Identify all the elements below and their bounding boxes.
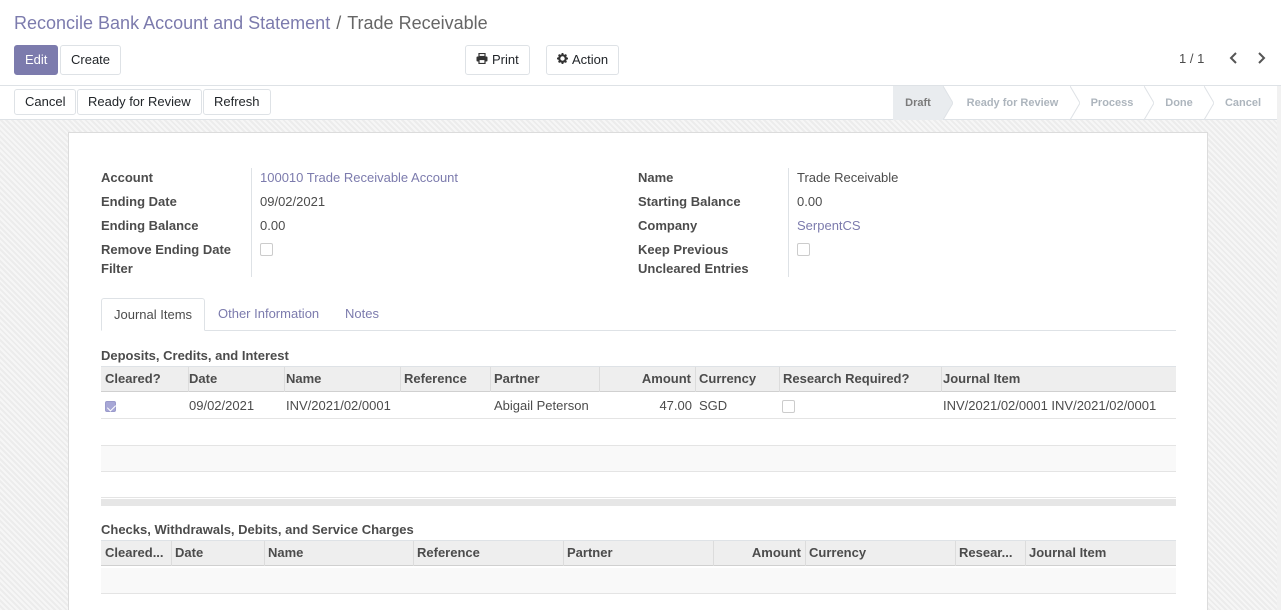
name-value: Trade Receivable (797, 170, 899, 185)
row-partner: Abigail Peterson (494, 398, 589, 413)
account-value-link[interactable]: 100010 Trade Receivable Account (260, 168, 458, 187)
deposits-table-header: Cleared? Date Name Reference Partner Amo… (101, 366, 1176, 392)
company-value-link[interactable]: SerpentCS (797, 216, 861, 235)
keep-previous-uncleared-checkbox[interactable] (797, 243, 810, 256)
column-header-research-required[interactable]: Resear... (955, 541, 1026, 566)
stage-process[interactable]: Process (1080, 86, 1144, 120)
print-icon (476, 46, 488, 74)
row-amount: 47.00 (659, 398, 692, 413)
checks-section-title: Checks, Withdrawals, Debits, and Service… (101, 522, 414, 537)
row-journal-item: INV/2021/02/0001 INV/2021/02/0001 (943, 398, 1157, 413)
edit-button[interactable]: Edit (14, 45, 59, 75)
stage-divider (1204, 86, 1214, 120)
column-header-name[interactable]: Name (264, 541, 414, 566)
stage-divider (943, 86, 953, 120)
checks-table-header: Cleared... Date Name Reference Partner A… (101, 540, 1176, 566)
print-label: Print (492, 52, 519, 67)
remove-filter-label-line-1: Remove Ending Date (101, 242, 232, 257)
table-row[interactable]: 09/02/2021 INV/2021/02/0001 Abigail Pete… (101, 393, 1176, 419)
ending-date-label: Ending Date (101, 194, 177, 209)
starting-balance-value: 0.00 (797, 194, 823, 209)
row-research-required-checkbox[interactable] (782, 400, 795, 413)
remove-ending-date-filter-label: Remove Ending Date Filter (101, 240, 231, 278)
column-header-partner[interactable]: Partner (490, 367, 600, 392)
ending-balance-value: 0.00 (260, 218, 286, 233)
column-header-reference[interactable]: Reference (413, 541, 564, 566)
column-header-amount[interactable]: Amount (713, 541, 806, 566)
action-button[interactable]: Action (546, 45, 620, 75)
column-header-reference[interactable]: Reference (400, 367, 491, 392)
breadcrumb-separator: / (336, 13, 342, 33)
scrollbar[interactable] (1277, 86, 1281, 610)
print-button[interactable]: Print (465, 45, 530, 75)
form-sheet: Account 100010 Trade Receivable Account … (68, 132, 1208, 610)
column-header-currency[interactable]: Currency (695, 367, 780, 392)
ending-date-value: 09/02/2021 (260, 194, 326, 209)
column-header-research-required[interactable]: Research Required? (779, 367, 942, 392)
tab-notes[interactable]: Notes (333, 298, 391, 331)
cancel-button[interactable]: Cancel (14, 89, 77, 115)
tab-journal-items[interactable]: Journal Items (101, 298, 206, 331)
column-header-date[interactable]: Date (171, 541, 265, 566)
column-header-amount[interactable]: Amount (599, 367, 696, 392)
row-cleared-checkbox[interactable] (105, 401, 116, 412)
ending-balance-label: Ending Balance (101, 218, 199, 233)
empty-row (101, 472, 1176, 498)
deposits-table: Cleared? Date Name Reference Partner Amo… (101, 366, 1176, 506)
column-header-currency[interactable]: Currency (805, 541, 956, 566)
keep-prev-label-line-2: Uncleared Entries (638, 261, 749, 276)
empty-row (101, 568, 1176, 594)
stage-draft: Draft (893, 86, 943, 120)
row-date: 09/02/2021 (189, 398, 255, 413)
tab-other-information[interactable]: Other Information (206, 298, 331, 331)
stage-cancel[interactable]: Cancel (1214, 86, 1272, 120)
table-footer (101, 499, 1176, 506)
breadcrumb: Reconcile Bank Account and Statement / Tra… (14, 12, 488, 34)
stage-ready-for-review[interactable]: Ready for Review (955, 86, 1070, 120)
status-bar: Cancel Ready for Review Refresh Draft Re… (0, 86, 1281, 120)
field-divider (251, 168, 252, 277)
remove-ending-date-filter-checkbox[interactable] (260, 243, 273, 256)
keep-prev-label-line-1: Keep Previous (638, 242, 729, 257)
column-header-name[interactable]: Name (282, 367, 401, 392)
remove-filter-label-line-2: Filter (101, 261, 133, 276)
breadcrumb-parent-link[interactable]: Reconcile Bank Account and Statement (14, 13, 330, 33)
checks-table: Cleared... Date Name Reference Partner A… (101, 540, 1176, 610)
pager-value[interactable]: 1 / 1 (1179, 51, 1204, 66)
stage-divider (1070, 86, 1080, 120)
company-label: Company (638, 218, 698, 233)
action-label: Action (572, 52, 609, 67)
create-button[interactable]: Create (60, 45, 122, 75)
column-header-cleared[interactable]: Cleared... (101, 541, 172, 566)
column-header-cleared[interactable]: Cleared? (101, 367, 189, 392)
account-label: Account (101, 170, 153, 185)
column-header-journal-item[interactable]: Journal Item (939, 367, 1176, 392)
empty-row (101, 420, 1176, 446)
ready-for-review-button[interactable]: Ready for Review (77, 89, 202, 115)
chevron-right-icon[interactable] (1253, 50, 1269, 68)
stage-done[interactable]: Done (1154, 86, 1204, 120)
deposits-section-title: Deposits, Credits, and Interest (101, 348, 289, 363)
starting-balance-label: Starting Balance (638, 194, 741, 209)
column-header-journal-item[interactable]: Journal Item (1025, 541, 1176, 566)
row-name: INV/2021/02/0001 (286, 398, 391, 413)
column-header-partner[interactable]: Partner (563, 541, 714, 566)
name-label: Name (638, 170, 674, 185)
gear-icon (557, 46, 568, 74)
stage-divider (1144, 86, 1154, 120)
column-header-date[interactable]: Date (185, 367, 285, 392)
empty-row (101, 446, 1176, 472)
keep-previous-uncleared-label: Keep Previous Uncleared Entries (638, 240, 749, 278)
control-panel: Reconcile Bank Account and Statement / Tra… (0, 0, 1281, 86)
row-currency: SGD (699, 398, 728, 413)
field-divider (788, 168, 789, 277)
breadcrumb-current: Trade Receivable (347, 13, 488, 33)
chevron-left-icon[interactable] (1226, 50, 1242, 68)
refresh-button[interactable]: Refresh (203, 89, 271, 115)
